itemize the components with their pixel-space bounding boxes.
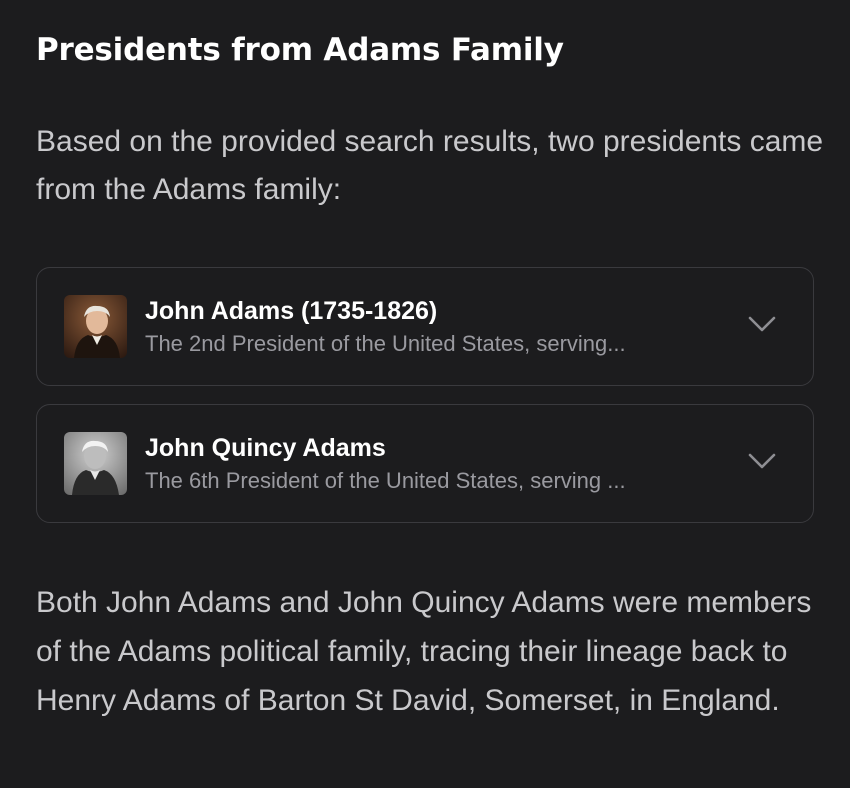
portrait-thumbnail [64, 295, 127, 358]
intro-paragraph: Based on the provided search results, tw… [36, 125, 824, 206]
section-heading: Presidents from Adams Family [36, 32, 564, 68]
result-card-john-quincy-adams[interactable]: John Quincy Adams The 6th President of t… [36, 404, 814, 523]
card-title: John Adams (1735-1826) [145, 297, 438, 325]
chevron-down-icon[interactable] [747, 451, 777, 471]
chevron-down-icon[interactable] [747, 314, 777, 334]
card-title: John Quincy Adams [145, 434, 386, 462]
card-subtitle: The 2nd President of the United States, … [145, 331, 626, 356]
portrait-thumbnail [64, 432, 127, 495]
card-subtitle: The 6th President of the United States, … [145, 468, 626, 493]
conclusion-paragraph: Both John Adams and John Quincy Adams we… [36, 586, 812, 717]
result-card-john-adams[interactable]: John Adams (1735-1826) The 2nd President… [36, 267, 814, 386]
